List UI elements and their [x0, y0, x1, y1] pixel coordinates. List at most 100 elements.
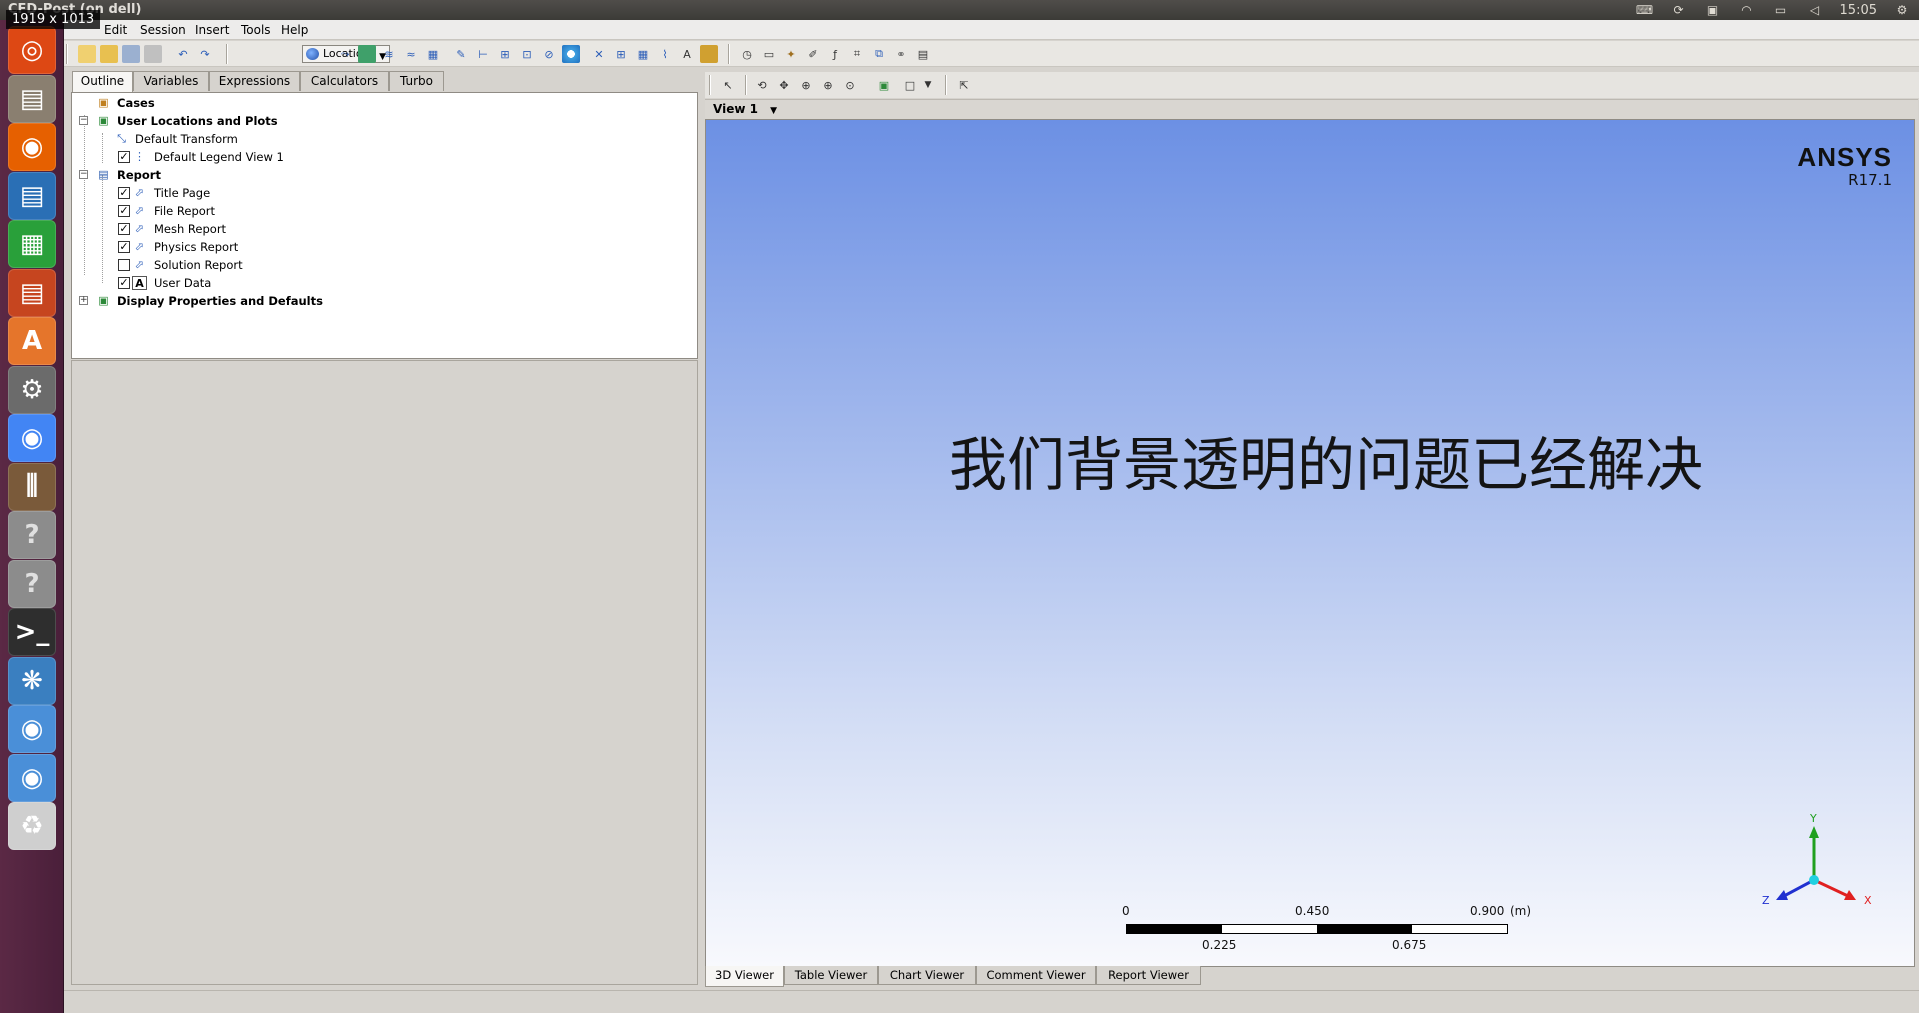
wifi-icon[interactable]: ◠ — [1738, 3, 1756, 17]
table-icon[interactable]: ▦ — [634, 45, 652, 63]
macro-icon[interactable]: ⌗ — [848, 45, 866, 63]
toggle-viewport-icon[interactable]: ▣ — [875, 76, 893, 94]
tree-item-default-legend[interactable]: ✓ ⋮ Default Legend View 1 — [72, 148, 692, 166]
rotate-icon[interactable]: ⟲ — [753, 76, 771, 94]
tree-item-display-properties[interactable]: + ▣ Display Properties and Defaults — [72, 292, 692, 310]
command-editor-icon[interactable]: ▤ — [914, 45, 932, 63]
expression-icon[interactable]: ⊞ — [612, 45, 630, 63]
instance-transform-icon[interactable]: ⊘ — [540, 45, 558, 63]
user-data-checkbox[interactable]: ✓ — [118, 277, 130, 289]
viewer-app-icon-1[interactable]: ◉ — [8, 705, 56, 753]
redo-icon[interactable]: ↷ — [196, 45, 214, 63]
tree-item-mesh-report[interactable]: ✓ ⬀ Mesh Report — [72, 220, 692, 238]
tree-item-solution-report[interactable]: ⬀ Solution Report — [72, 256, 692, 274]
file-report-checkbox[interactable]: ✓ — [118, 205, 130, 217]
default-legend-checkbox[interactable]: ✓ — [118, 151, 130, 163]
tab-calculators[interactable]: Calculators — [300, 71, 389, 91]
open-icon[interactable] — [100, 45, 118, 63]
detach-icon[interactable]: ⇱ — [955, 76, 973, 94]
viewer-app-icon-2[interactable]: ◉ — [8, 753, 56, 802]
title-page-checkbox[interactable]: ✓ — [118, 187, 130, 199]
menu-session[interactable]: Session — [140, 23, 186, 37]
menu-edit[interactable]: Edit — [104, 23, 127, 37]
variable-icon[interactable]: ✕ — [590, 45, 608, 63]
viewport-layout-icon[interactable]: □ — [901, 76, 919, 94]
system-settings-icon[interactable]: ⚙ — [8, 365, 56, 414]
chevron-down-icon[interactable]: ▼ — [919, 76, 937, 94]
collapse-icon[interactable]: − — [79, 170, 88, 179]
color-map-icon[interactable] — [562, 45, 580, 63]
particle-track-icon[interactable]: ≈ — [402, 45, 420, 63]
figure-icon[interactable] — [700, 45, 718, 63]
impress-icon[interactable]: ▤ — [8, 268, 56, 317]
tab-outline[interactable]: Outline — [72, 71, 133, 93]
case-comparison-icon[interactable]: ⧉ — [870, 45, 888, 63]
save-icon[interactable] — [122, 45, 140, 63]
tree-item-report[interactable]: − ▤ Report — [72, 166, 692, 184]
streamline-icon[interactable]: ≋ — [380, 45, 398, 63]
calc-icon[interactable]: ▦ — [8, 220, 56, 268]
view-selector[interactable]: View 1 ▼ — [713, 102, 777, 116]
battery-icon[interactable]: ▭ — [1772, 3, 1790, 17]
vector-icon[interactable]: ⤳ — [336, 45, 354, 63]
trash-icon[interactable]: ♻ — [8, 802, 56, 850]
unknown-app-icon-2[interactable]: ? — [8, 559, 56, 608]
tree-item-cases[interactable]: ▣ Cases — [72, 94, 692, 112]
quick-editor-icon[interactable]: ✦ — [782, 45, 800, 63]
tab-chart-viewer[interactable]: Chart Viewer — [878, 966, 976, 985]
tree-item-default-transform[interactable]: ⤡ Default Transform — [72, 130, 692, 148]
timestep-icon[interactable]: ◷ — [738, 45, 756, 63]
tree-item-user-locations[interactable]: − ▣ User Locations and Plots — [72, 112, 692, 130]
menu-tools[interactable]: Tools — [241, 23, 271, 37]
software-center-icon[interactable]: A — [8, 317, 56, 365]
zoom-icon[interactable]: ⊕ — [797, 76, 815, 94]
settings-gear-icon[interactable]: ⚙ — [1893, 3, 1911, 17]
files-icon[interactable]: ▤ — [8, 74, 56, 123]
mesh-report-checkbox[interactable]: ✓ — [118, 223, 130, 235]
legend-icon[interactable]: ⊡ — [518, 45, 536, 63]
chrome-icon[interactable]: ◉ — [8, 414, 56, 462]
tree-item-user-data[interactable]: ✓ A User Data — [72, 274, 692, 292]
firefox-icon[interactable]: ◉ — [8, 123, 56, 171]
contour-icon[interactable] — [358, 45, 376, 63]
clock[interactable]: 15:05 — [1840, 3, 1877, 18]
coordinate-frame-icon[interactable]: ⊞ — [496, 45, 514, 63]
3d-viewport[interactable]: ANSYS R17.1 我们背景透明的问题已经解决 0 0.450 0.900 … — [705, 119, 1915, 967]
terminal-icon[interactable]: >_ — [8, 608, 56, 656]
print-icon[interactable] — [144, 45, 162, 63]
writer-icon[interactable]: ▤ — [8, 171, 56, 220]
volume-render-icon[interactable]: ▦ — [424, 45, 442, 63]
zoom-box-icon[interactable]: ⊕ — [819, 76, 837, 94]
physics-report-checkbox[interactable]: ✓ — [118, 241, 130, 253]
menu-help[interactable]: Help — [281, 23, 308, 37]
pan-icon[interactable]: ✥ — [775, 76, 793, 94]
tab-table-viewer[interactable]: Table Viewer — [784, 966, 878, 985]
animation-icon[interactable]: ▭ — [760, 45, 778, 63]
solution-report-checkbox[interactable] — [118, 259, 130, 271]
tab-3d-viewer[interactable]: 3D Viewer — [705, 966, 784, 987]
fit-view-icon[interactable]: ⊙ — [841, 76, 859, 94]
chart-icon[interactable]: ⌇ — [656, 45, 674, 63]
keyboard-icon[interactable]: ⌨ — [1636, 3, 1654, 17]
clip-plane-icon[interactable]: ⊢ — [474, 45, 492, 63]
tab-report-viewer[interactable]: Report Viewer — [1096, 966, 1201, 985]
tab-expressions[interactable]: Expressions — [209, 71, 300, 91]
mesh-calculator-icon[interactable]: ⚭ — [892, 45, 910, 63]
function-calculator-icon[interactable]: ƒ — [826, 45, 844, 63]
unknown-app-icon-1[interactable]: ? — [8, 511, 56, 559]
text-icon[interactable]: ✎ — [452, 45, 470, 63]
tab-comment-viewer[interactable]: Comment Viewer — [976, 966, 1096, 985]
volume-icon[interactable]: ◁ — [1806, 3, 1824, 17]
mixer-icon[interactable]: ⫼ — [8, 462, 56, 511]
tab-variables[interactable]: Variables — [133, 71, 209, 91]
ubuntu-dash-icon[interactable]: ◎ — [8, 26, 56, 74]
select-icon[interactable]: ↖ — [719, 76, 737, 94]
new-icon[interactable] — [78, 45, 96, 63]
sync-icon[interactable]: ⟳ — [1670, 3, 1688, 17]
screen-icon[interactable]: ▣ — [1704, 3, 1722, 17]
expand-icon[interactable]: + — [79, 296, 88, 305]
tree-item-physics-report[interactable]: ✓ ⬀ Physics Report — [72, 238, 692, 256]
tree-item-file-report[interactable]: ✓ ⬀ File Report — [72, 202, 692, 220]
collapse-icon[interactable]: − — [79, 116, 88, 125]
undo-icon[interactable]: ↶ — [174, 45, 192, 63]
